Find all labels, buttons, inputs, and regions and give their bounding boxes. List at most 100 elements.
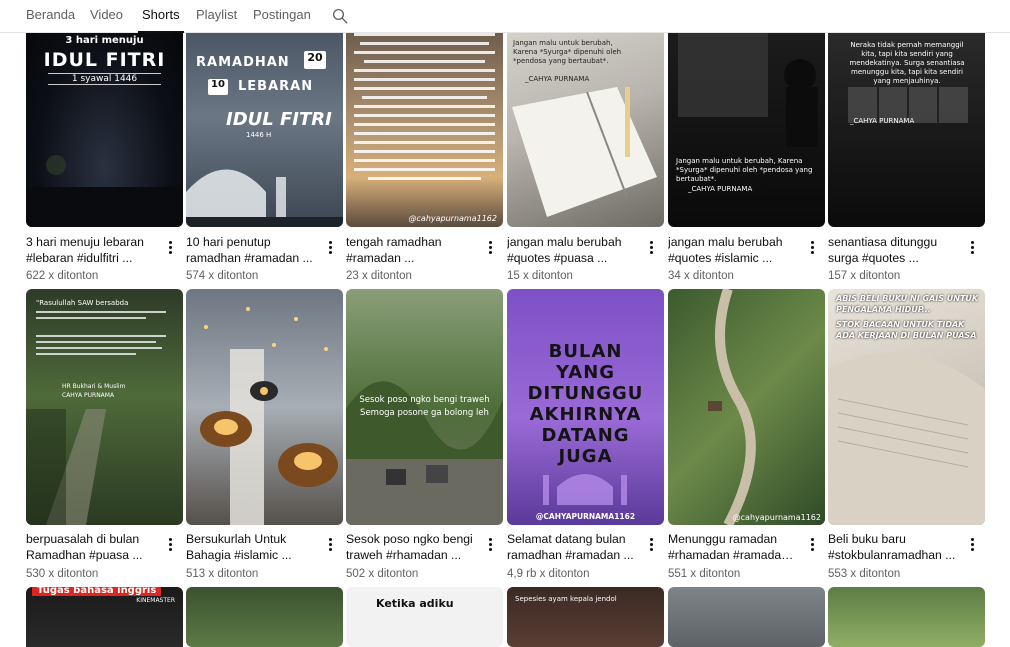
more-vert-icon[interactable] [484, 535, 496, 553]
search-icon[interactable] [331, 7, 349, 25]
short-title[interactable]: Menunggu ramadan #rhamadan #ramadan ... [668, 531, 800, 563]
more-vert-icon[interactable] [966, 238, 978, 256]
thumbnail-text: "Rasulullah SAW bersabda [36, 299, 129, 307]
more-vert-icon[interactable] [645, 535, 657, 553]
thumbnail-text: ABIS BELI BUKU NI GAIS UNTUK PENGALAMA H… [836, 294, 979, 314]
short-thumbnail[interactable]: RAMADHAN 20 10 LEBARAN IDUL FITRI 1446 H [186, 27, 343, 227]
more-vert-icon[interactable] [645, 238, 657, 256]
short-title[interactable]: tengah ramadhan #ramadan ... [346, 234, 478, 266]
view-count: 551 x ditonton [668, 568, 741, 580]
more-vert-icon[interactable] [164, 535, 176, 553]
mosque-image [186, 169, 343, 227]
view-count: 622 x ditonton [26, 270, 99, 282]
more-vert-icon[interactable] [164, 238, 176, 256]
thumbnail-text: KINEMASTER [136, 597, 175, 604]
short-title[interactable]: 3 hari menuju lebaran #lebaran #idulfitr… [26, 234, 158, 266]
tab-beranda[interactable]: Beranda [26, 0, 75, 33]
more-vert-icon[interactable] [484, 238, 496, 256]
thumbnail-text: Ketika adiku [376, 597, 454, 610]
short-thumbnail[interactable]: ABIS BELI BUKU NI GAIS UNTUK PENGALAMA H… [828, 289, 985, 525]
short-thumbnail[interactable]: Tugas bahasa inggris KINEMASTER [26, 587, 183, 647]
short-title[interactable]: Selamat datang bulan ramadhan #ramadan .… [507, 531, 639, 563]
short-thumbnail[interactable]: Neraka tidak pernah memanggil kita, tapi… [828, 27, 985, 227]
short-title[interactable]: jangan malu berubah #quotes #puasa ... [507, 234, 639, 266]
tab-playlist[interactable]: Playlist [196, 0, 237, 33]
thumbnail-text: LEBARAN [238, 79, 314, 94]
thumbnail-text: Jangan malu untuk berubah, Karena *Syurg… [513, 39, 622, 65]
view-count: 502 x ditonton [346, 568, 419, 580]
watermark-text: @cahyapurnama1162 [408, 214, 497, 223]
more-vert-icon[interactable] [966, 535, 978, 553]
thumbnail-text: IDUL FITRI [43, 49, 166, 71]
short-thumbnail[interactable]: Jangan malu untuk berubah, Karena *Syurg… [668, 27, 825, 227]
thumbnail-text: Semoga posone ga bolong leh [360, 408, 489, 418]
thumbnail-text: _CAHYA PURNAMA [688, 185, 753, 193]
calendar-icon: 10 [208, 79, 228, 95]
thumbnail-text: _CAHYA PURNAMA [525, 75, 590, 83]
short-thumbnail[interactable] [186, 289, 343, 525]
short-thumbnail[interactable] [186, 587, 343, 647]
path-image [26, 409, 106, 525]
short-thumbnail[interactable] [668, 587, 825, 647]
window-image [678, 27, 818, 147]
lantern-image [200, 307, 338, 525]
calendar-icon: 20 [304, 51, 326, 69]
watermark-text: @CAHYAPURNAMA1162 [535, 512, 636, 521]
tab-video[interactable]: Video [90, 0, 123, 33]
view-count: 157 x ditonton [828, 270, 901, 282]
short-thumbnail[interactable]: @cahyapurnama1162 [668, 289, 825, 525]
view-count: 530 x ditonton [26, 568, 99, 580]
view-count: 513 x ditonton [186, 568, 259, 580]
watermark-text: @cahyapurnama1162 [732, 513, 821, 522]
short-title[interactable]: Beli buku baru #stokbulanramadhan ... [828, 531, 960, 563]
channel-tabs: Beranda Video Shorts Playlist Postingan [0, 0, 1010, 33]
thumbnail-text: Sesok poso ngko bengi traweh [359, 395, 490, 405]
text-block-image [354, 33, 495, 180]
text-block-image [36, 311, 166, 355]
more-vert-icon[interactable] [806, 238, 818, 256]
short-title[interactable]: jangan malu berubah #quotes #islamic ... [668, 234, 800, 266]
more-vert-icon[interactable] [324, 535, 336, 553]
silhouette-image [26, 155, 183, 227]
more-vert-icon[interactable] [806, 535, 818, 553]
short-thumbnail[interactable]: Sepesies ayam kepala jendol [507, 587, 664, 647]
road-image [708, 289, 756, 525]
thumbnail-text: _CAHYA PURNAMA [850, 117, 915, 125]
thumbnail-text: 3 hari menuju [65, 35, 144, 46]
thumbnail-text: Tugas bahasa inggris [32, 587, 162, 596]
mosque-icon [543, 474, 627, 505]
view-count: 15 x ditonton [507, 270, 573, 282]
short-title[interactable]: Sesok poso ngko bengi traweh #rhamadan .… [346, 531, 478, 563]
view-count: 34 x ditonton [668, 270, 734, 282]
thumbnail-text: Jangan malu untuk berubah, Karena *Syurg… [676, 157, 813, 183]
thumbnail-text: Neraka tidak pernah memanggil kita, tapi… [849, 41, 965, 85]
short-title[interactable]: Bersukurlah Untuk Bahagia #islamic ... [186, 531, 318, 563]
short-thumbnail[interactable]: Ketika adiku [346, 587, 503, 647]
short-title[interactable]: 10 hari penutup ramadhan #ramadan ... [186, 234, 318, 266]
thumbnail-text: RAMADHAN [196, 55, 290, 70]
short-thumbnail[interactable] [828, 587, 985, 647]
thumbnail-text: STOK BACAAN UNTUK TIDAK ADA KERJAAN DI B… [836, 320, 977, 340]
short-thumbnail[interactable]: Sesok poso ngko bengi traweh Semoga poso… [346, 289, 503, 525]
thumbnail-text: HR Bukhari & Muslim [62, 383, 126, 390]
short-thumbnail[interactable]: 3 hari menuju IDUL FITRI 1 syawal 1446 [26, 27, 183, 227]
short-title[interactable]: senantiasa ditunggu surga #quotes ... [828, 234, 960, 266]
thumbnail-text: CAHYA PURNAMA [62, 392, 115, 399]
short-thumbnail[interactable]: @cahyapurnama1162 [346, 27, 503, 227]
short-thumbnail[interactable]: "Rasulullah SAW bersabda HR Bukhari & Mu… [26, 289, 183, 525]
open-book-image [828, 353, 985, 525]
thumbnail-text: 1 syawal 1446 [48, 73, 161, 85]
short-thumbnail[interactable]: BULAN YANG DITUNGGU AKHIRNYA DATANG JUGA… [507, 289, 664, 525]
short-title[interactable]: berpuasalah di bulan Ramadhan #puasa ... [26, 531, 158, 563]
book-image [512, 87, 657, 217]
tab-postingan[interactable]: Postingan [253, 0, 311, 33]
garden-image [346, 381, 503, 525]
thumbnail-headline: BULAN YANG DITUNGGU AKHIRNYA DATANG JUGA [527, 341, 644, 467]
view-count: 4,9 rb x ditonton [507, 568, 590, 580]
thumbnail-text: Sepesies ayam kepala jendol [515, 595, 617, 603]
more-vert-icon[interactable] [324, 238, 336, 256]
short-thumbnail[interactable]: Jangan malu untuk berubah, Karena *Syurg… [507, 27, 664, 227]
view-count: 23 x ditonton [346, 270, 412, 282]
thumbnail-text: IDUL FITRI [226, 109, 332, 130]
tab-shorts[interactable]: Shorts [138, 0, 184, 33]
